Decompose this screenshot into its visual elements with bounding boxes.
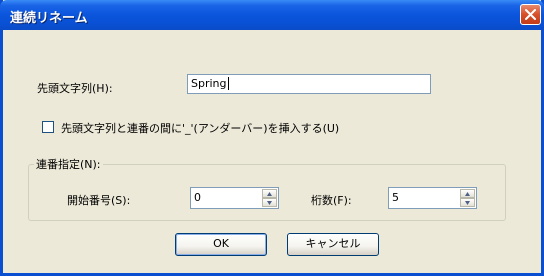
digits-label: 桁数(F): [311, 194, 352, 207]
start-number-spinner[interactable]: 0 [190, 187, 279, 209]
ok-button[interactable]: OK [175, 233, 267, 256]
start-spin-down[interactable] [262, 198, 277, 207]
underscore-checkbox[interactable] [42, 121, 54, 133]
prefix-label: 先頭文字列(H): [37, 82, 113, 95]
prefix-value: Spring [191, 77, 227, 90]
digits-spin-up[interactable] [460, 189, 475, 198]
sequence-group-label: 連番指定(N): [34, 156, 103, 172]
rename-dialog: 連続リネーム 先頭文字列(H): Spring 先頭文字列と連番の間に'_'(ア… [0, 0, 544, 276]
underscore-label[interactable]: 先頭文字列と連番の間に'_'(アンダーバー)を挿入する(U) [61, 120, 339, 136]
start-number-value: 0 [194, 191, 201, 204]
start-spin-up[interactable] [262, 189, 277, 198]
start-number-label: 開始番号(S): [67, 194, 131, 207]
digits-value: 5 [392, 191, 399, 204]
prefix-input[interactable]: Spring [187, 74, 431, 94]
close-icon [525, 9, 536, 20]
cancel-button[interactable]: キャンセル [287, 233, 379, 256]
up-arrow-icon [465, 192, 470, 196]
digits-spin-down[interactable] [460, 198, 475, 207]
window-title: 連続リネーム [10, 11, 88, 26]
close-button[interactable] [520, 4, 541, 25]
digits-spin-buttons [460, 189, 475, 207]
start-spin-buttons [262, 189, 277, 207]
down-arrow-icon [465, 201, 470, 205]
up-arrow-icon [267, 192, 272, 196]
digits-spinner[interactable]: 5 [388, 187, 477, 209]
title-bar[interactable]: 連続リネーム [0, 0, 544, 30]
down-arrow-icon [267, 201, 272, 205]
